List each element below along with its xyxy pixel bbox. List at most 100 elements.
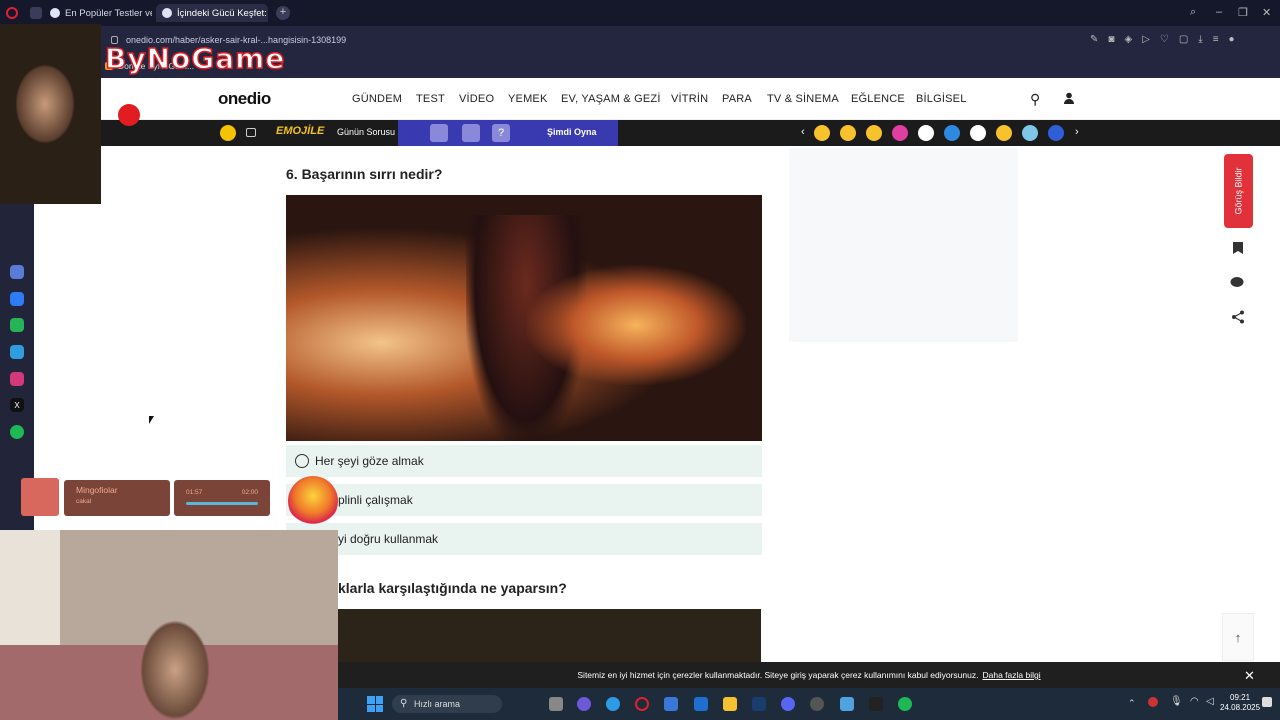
edit-icon[interactable]: ✎ xyxy=(1090,34,1098,45)
tray-chevron-icon[interactable]: ⌃ xyxy=(1128,698,1136,709)
onedio-favicon-icon xyxy=(162,8,172,18)
x-icon[interactable]: X xyxy=(10,398,24,412)
tab-2-label: İçindeki Gücü Keşfet: Asker xyxy=(177,7,268,19)
outlook-icon[interactable] xyxy=(694,697,708,711)
volume-icon[interactable]: ◁ xyxy=(1206,696,1214,707)
wifi-icon[interactable]: ◠ xyxy=(1190,696,1199,707)
telegram-icon[interactable] xyxy=(10,345,24,359)
copilot-icon[interactable] xyxy=(577,697,591,711)
music-album-art xyxy=(21,478,59,516)
comments-icon[interactable] xyxy=(1230,276,1246,292)
game-icon[interactable] xyxy=(220,125,236,141)
minimize-button[interactable]: – xyxy=(1216,6,1222,18)
brand-badge-icon[interactable] xyxy=(892,125,908,141)
grid-icon[interactable] xyxy=(246,128,256,137)
nav-vitrin[interactable]: VİTRİN xyxy=(671,93,708,105)
blue-badge-icon[interactable] xyxy=(944,125,960,141)
whatsapp-icon[interactable] xyxy=(10,318,24,332)
snow-badge-icon[interactable] xyxy=(1022,125,1038,141)
answer-option-1[interactable]: Her şeyi göze almak xyxy=(286,445,762,477)
box-icon[interactable]: ▢ xyxy=(1179,34,1188,45)
maximize-button[interactable]: ❐ xyxy=(1238,6,1248,19)
windows-start-icon[interactable] xyxy=(367,696,383,712)
ad-placeholder xyxy=(789,148,1018,342)
workspace-icon[interactable] xyxy=(30,7,42,19)
aria-icon[interactable] xyxy=(10,265,24,279)
tab-2[interactable]: İçindeki Gücü Keşfet: Asker xyxy=(156,4,268,22)
music-progress-bar xyxy=(186,502,258,505)
nav-test[interactable]: TEST xyxy=(416,93,445,105)
menu-icon[interactable]: ≡ xyxy=(1213,34,1219,45)
search-tabs-icon[interactable]: ⌕ xyxy=(1190,6,1196,19)
discord-icon[interactable] xyxy=(781,697,795,711)
radio-button[interactable] xyxy=(295,454,309,468)
question-6-image xyxy=(286,195,762,441)
taskbar-search[interactable]: Hızlı arama xyxy=(392,695,502,713)
answer-option-2[interactable]: plinli çalışmak xyxy=(286,484,762,516)
scroll-to-top-button[interactable]: ↑ xyxy=(1222,613,1254,661)
tray-app-icon[interactable] xyxy=(1148,697,1158,707)
tab-1[interactable]: En Popüler Testler ve Eğle xyxy=(44,4,152,22)
search-icon[interactable]: ⚲ xyxy=(1030,91,1040,108)
puzzle-tile-2 xyxy=(462,124,480,142)
stream-logo: ByNoGame xyxy=(104,41,286,76)
taskbar-clock[interactable]: 09:21 24.08.2025 xyxy=(1220,693,1260,713)
play-icon[interactable]: ▷ xyxy=(1142,34,1150,45)
love-emoji-icon[interactable] xyxy=(814,125,830,141)
notification-icon[interactable] xyxy=(1262,697,1272,707)
notepad-icon[interactable] xyxy=(840,697,854,711)
close-window-button[interactable]: ✕ xyxy=(1262,6,1271,19)
cookie-more-link[interactable]: Daha fazla bilgi xyxy=(982,670,1040,680)
sad-emoji-icon[interactable] xyxy=(840,125,856,141)
gunun-sorusu-label: Günün Sorusu xyxy=(337,127,396,137)
share-icon[interactable] xyxy=(1230,310,1246,326)
shield-icon[interactable]: ◈ xyxy=(1124,34,1132,45)
heart-icon[interactable]: ♡ xyxy=(1160,34,1169,45)
nav-tv-sinema[interactable]: TV & SİNEMA xyxy=(767,93,839,105)
profile-icon[interactable]: ● xyxy=(1229,34,1235,45)
navy-badge-icon[interactable] xyxy=(1048,125,1064,141)
chevron-right-icon[interactable]: › xyxy=(1075,126,1079,138)
answer-option-1-label: Her şeyi göze almak xyxy=(315,454,424,468)
folder-icon[interactable] xyxy=(723,697,737,711)
opera-logo-icon[interactable] xyxy=(6,7,18,19)
capcut-icon[interactable] xyxy=(869,697,883,711)
emojile-logo[interactable]: EMOJİLE xyxy=(276,125,324,137)
nav-ev-yasam-gezi[interactable]: EV, YAŞAM & GEZİ xyxy=(561,93,661,105)
nav-para[interactable]: PARA xyxy=(722,93,752,105)
laugh-emoji-icon[interactable] xyxy=(996,125,1012,141)
simdi-oyna-button[interactable]: Şimdi Oyna xyxy=(547,127,597,137)
camera-icon[interactable]: ◙ xyxy=(1108,34,1114,45)
spotify-taskbar-icon[interactable] xyxy=(898,697,912,711)
happy-emoji-icon[interactable] xyxy=(866,125,882,141)
new-tab-button[interactable]: + xyxy=(276,6,290,20)
nav-eglence[interactable]: EĞLENCE xyxy=(851,93,905,105)
nav-video[interactable]: VİDEO xyxy=(459,93,494,105)
download-icon[interactable]: ⤓ xyxy=(1198,34,1202,45)
nav-yemek[interactable]: YEMEK xyxy=(508,93,548,105)
microphone-icon[interactable]: 🎙 xyxy=(1170,696,1183,707)
nav-bilgisel[interactable]: BİLGİSEL xyxy=(916,93,967,105)
settings-icon[interactable] xyxy=(810,697,824,711)
taskview-icon[interactable] xyxy=(549,697,563,711)
chevron-left-icon[interactable]: ‹ xyxy=(801,126,805,138)
answer-option-3[interactable]: yi doğru kullanmak xyxy=(286,523,762,555)
feedback-button[interactable]: Görüş Bildir xyxy=(1224,154,1253,228)
ok-badge-icon[interactable] xyxy=(970,125,986,141)
steam-icon[interactable] xyxy=(752,697,766,711)
instagram-icon[interactable] xyxy=(10,372,24,386)
bookmark-icon[interactable] xyxy=(1230,241,1246,257)
stream-logo-badge-icon xyxy=(118,104,140,126)
spotify-icon[interactable] xyxy=(10,425,24,439)
edge-icon[interactable] xyxy=(606,697,620,711)
site-logo[interactable]: onedio xyxy=(218,89,271,109)
user-icon[interactable] xyxy=(1063,92,1075,104)
store-icon[interactable] xyxy=(664,697,678,711)
music-progress-panel: 01:57 02:00 xyxy=(174,480,270,516)
nav-gundem[interactable]: GÜNDEM xyxy=(352,93,402,105)
tab-1-label: En Popüler Testler ve Eğle xyxy=(65,7,152,19)
messenger-icon[interactable] xyxy=(10,292,24,306)
opera-taskbar-icon[interactable] xyxy=(635,697,649,711)
plus-badge-icon[interactable] xyxy=(918,125,934,141)
cookie-close-icon[interactable]: ✕ xyxy=(1244,668,1255,684)
